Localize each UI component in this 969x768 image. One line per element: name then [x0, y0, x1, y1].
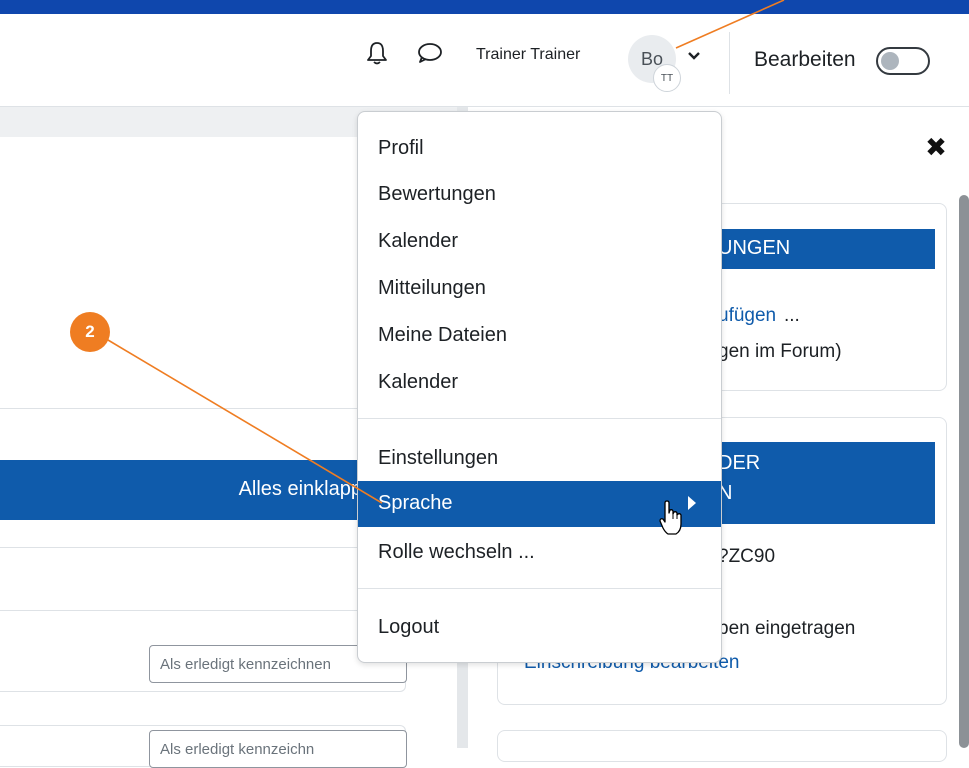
avatar-role-badge: TT — [653, 64, 681, 92]
menu-item-logout[interactable]: Logout — [358, 605, 721, 651]
messages-chat-icon[interactable] — [414, 38, 446, 68]
menu-item-bewertungen[interactable]: Bewertungen — [358, 172, 721, 218]
menu-item-label: Einstellungen — [378, 447, 499, 469]
close-drawer-icon[interactable]: ✖ — [924, 134, 948, 160]
block-code: ?ZC90 — [718, 546, 776, 567]
menu-item-label: Rolle wechseln ... — [378, 541, 535, 563]
block-card — [497, 730, 947, 762]
menu-item-rolle-wechseln[interactable]: Rolle wechseln ... — [358, 530, 721, 576]
block-text: gen im Forum) — [718, 341, 842, 362]
divider — [0, 547, 410, 548]
user-menu-dropdown: Profil Bewertungen Kalender Mitteilungen… — [357, 111, 722, 663]
menu-item-kalender-2[interactable]: Kalender — [358, 360, 721, 406]
menu-item-mitteilungen[interactable]: Mitteilungen — [358, 266, 721, 312]
chevron-down-icon[interactable] — [684, 46, 704, 66]
menu-item-label: Bewertungen — [378, 183, 496, 205]
menu-item-einstellungen[interactable]: Einstellungen — [358, 436, 721, 482]
block-link-ellipsis: ... — [784, 305, 800, 326]
block-heading-text: UNGEN — [718, 237, 791, 259]
menu-item-label: Sprache — [378, 492, 453, 514]
menu-item-label: Kalender — [378, 371, 459, 393]
menu-item-label: Meine Dateien — [378, 324, 507, 346]
menu-item-label: Mitteilungen — [378, 277, 486, 299]
menu-divider — [358, 588, 721, 589]
drawer-scrollbar[interactable] — [959, 195, 969, 748]
block-heading-text: DER — [718, 452, 761, 474]
menu-item-label: Logout — [378, 616, 440, 638]
menu-item-sprache[interactable]: Sprache — [358, 481, 721, 527]
edit-mode-label: Bearbeiten — [754, 48, 856, 71]
mark-as-done-button[interactable]: Als erledigt kennzeichn — [149, 730, 407, 768]
menu-item-kalender[interactable]: Kalender — [358, 219, 721, 265]
user-name[interactable]: Trainer Trainer — [476, 46, 580, 64]
collapse-all-label: Alles einklapp — [238, 478, 362, 500]
notifications-bell-icon[interactable] — [363, 38, 391, 68]
menu-item-label: Profil — [378, 137, 424, 159]
submenu-caret-icon — [688, 496, 696, 510]
toggle-knob — [881, 52, 899, 70]
block-link[interactable]: ufügen — [718, 305, 776, 327]
edit-mode-toggle[interactable] — [876, 47, 930, 75]
navbar-divider — [729, 32, 730, 94]
menu-item-profil[interactable]: Profil — [358, 126, 721, 172]
top-accent-bar — [0, 0, 969, 14]
annotation-badge: 2 — [70, 312, 110, 352]
block-text: pen eingetragen — [718, 618, 856, 639]
menu-divider — [358, 418, 721, 419]
divider — [0, 408, 410, 409]
menu-item-meine-dateien[interactable]: Meine Dateien — [358, 313, 721, 359]
menu-item-label: Kalender — [378, 230, 459, 252]
